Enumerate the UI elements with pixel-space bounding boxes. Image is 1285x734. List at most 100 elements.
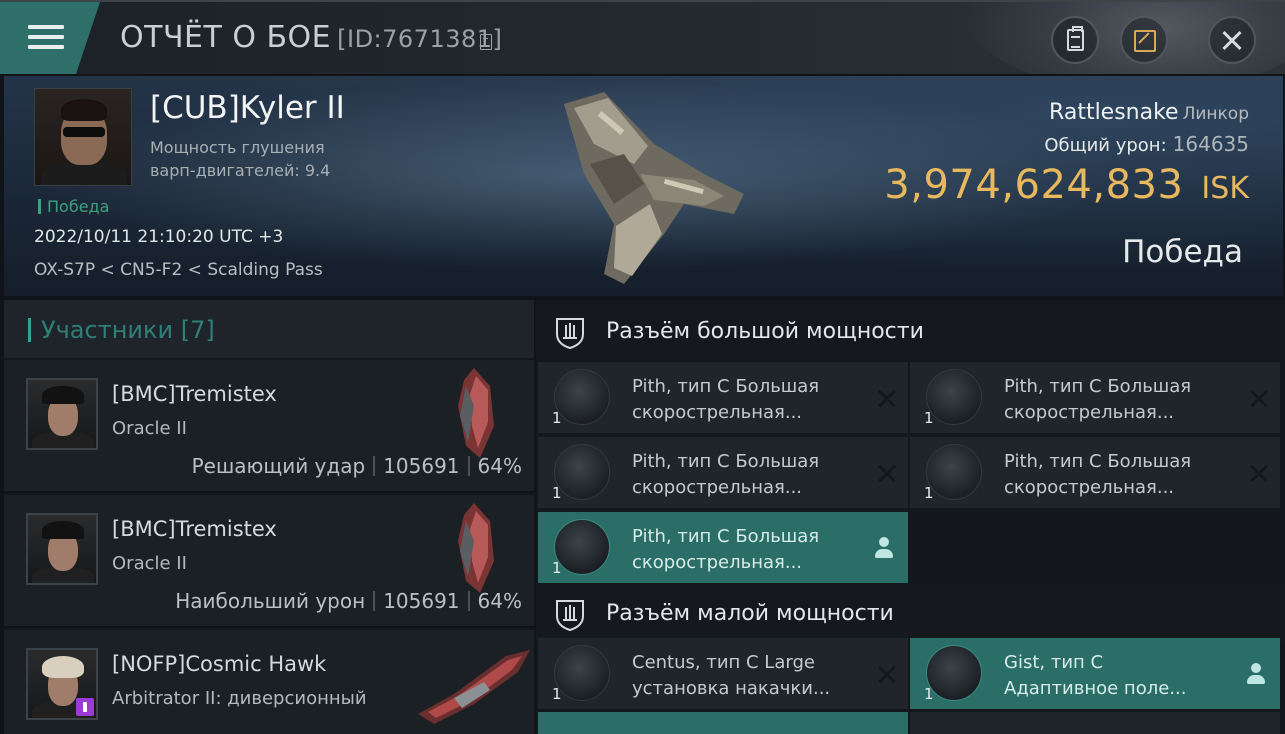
pilot-portrait[interactable] bbox=[34, 88, 132, 186]
module-quantity: 1 bbox=[552, 484, 562, 502]
participant-role: Наибольший урон bbox=[175, 589, 366, 613]
destroyed-icon bbox=[878, 464, 896, 482]
participant-stats: Наибольший урон 105691 64% bbox=[175, 589, 522, 613]
kill-datetime: 2022/10/11 21:10:20 UTC +3 bbox=[34, 227, 284, 247]
result-tag: Победа bbox=[38, 197, 109, 216]
total-damage-value: 164635 bbox=[1172, 132, 1249, 156]
pilot-name[interactable]: [CUB]Kyler II bbox=[150, 90, 345, 126]
module-name-line2: скорострельная... bbox=[1004, 477, 1175, 498]
participants-title: Участники [7] bbox=[41, 316, 215, 344]
turret-icon bbox=[554, 444, 610, 500]
destroyed-icon bbox=[1250, 464, 1268, 482]
kill-summary: [CUB]Kyler II Мощность глушения варп-дви… bbox=[4, 76, 1283, 296]
high-slot-header: Разъём большой мощности bbox=[536, 302, 1285, 360]
armor-module-icon bbox=[926, 645, 982, 701]
module-item[interactable]: 1 Pith, тип C Большая скорострельная... bbox=[538, 512, 908, 583]
report-button[interactable] bbox=[1051, 16, 1099, 64]
participant-name: [BMC]Tremistex bbox=[112, 382, 277, 406]
participants-header[interactable]: Участники [7] bbox=[4, 300, 534, 358]
dropped-person-icon bbox=[874, 537, 894, 559]
module-quantity: 1 bbox=[924, 685, 934, 703]
low-slot-title: Разъём малой мощности bbox=[606, 601, 894, 626]
module-name-line2: скорострельная... bbox=[1004, 402, 1175, 423]
module-name-line1: Pith, тип C Большая bbox=[1004, 376, 1192, 397]
module-quantity: 1 bbox=[552, 685, 562, 703]
title-bar: ОТЧЁТ О БОЕ [ID:7671381] bbox=[0, 0, 1285, 74]
close-button[interactable] bbox=[1208, 16, 1256, 64]
module-name-line2: скорострельная... bbox=[632, 402, 803, 423]
battle-result: Победа bbox=[1122, 234, 1243, 270]
module-name-line2: Адаптивное поле... bbox=[1004, 678, 1187, 699]
module-name-line1: Centus, тип C Large bbox=[632, 652, 815, 673]
turret-icon bbox=[926, 369, 982, 425]
participant-portrait bbox=[26, 513, 98, 585]
module-item[interactable]: 1 Pith, тип C Большая скорострельная... bbox=[538, 362, 908, 433]
scram-strength: Мощность глушения варп-двигателей: 9.4 bbox=[150, 138, 331, 180]
module-name: Centus, тип C Large установка накачки... bbox=[632, 650, 830, 702]
module-name: Gist, тип C Адаптивное поле... bbox=[1004, 650, 1186, 702]
page-title: ОТЧЁТ О БОЕ [ID:7671381] bbox=[120, 20, 502, 55]
isk-amount: 3,974,624,833 bbox=[884, 162, 1184, 208]
participant-stats: Решающий удар 105691 64% bbox=[192, 454, 522, 478]
turret-icon bbox=[554, 369, 610, 425]
participant-row[interactable]: [BMC]Tremistex Oracle II Решающий удар 10… bbox=[4, 360, 534, 493]
participant-portrait bbox=[26, 648, 98, 720]
module-name: Pith, тип C Большая скорострельная... bbox=[632, 374, 819, 426]
ship-name: Rattlesnake bbox=[1049, 100, 1179, 125]
share-icon bbox=[1134, 30, 1156, 52]
module-quantity: 1 bbox=[924, 409, 934, 427]
low-slot-header: Разъём малой мощности bbox=[536, 584, 1285, 642]
participant-ship-image bbox=[458, 503, 494, 593]
participant-ship-image bbox=[418, 650, 530, 724]
copy-icon[interactable] bbox=[480, 34, 492, 50]
module-name: Pith, тип C Большая скорострельная... bbox=[1004, 449, 1191, 501]
module-name-line1: Pith, тип C Большая bbox=[1004, 451, 1192, 472]
module-item-partial[interactable] bbox=[538, 712, 908, 734]
participant-percent: 64% bbox=[477, 454, 522, 478]
module-name: Pith, тип C Большая скорострельная... bbox=[632, 524, 819, 576]
module-quantity: 1 bbox=[552, 559, 562, 577]
menu-button[interactable] bbox=[0, 2, 100, 74]
participants-panel: Участники [7] [BMC]Tremistex Oracle II Р… bbox=[4, 300, 534, 734]
module-quantity: 1 bbox=[924, 484, 934, 502]
module-name-line2: скорострельная... bbox=[632, 552, 803, 573]
total-damage: Общий урон: 164635 bbox=[1044, 132, 1249, 156]
participant-row[interactable]: [BMC]Tremistex Oracle II Наибольший урон… bbox=[4, 495, 534, 628]
module-item[interactable]: 1 Pith, тип C Большая скорострельная... bbox=[910, 437, 1280, 508]
module-item[interactable]: 1 Gist, тип C Адаптивное поле... bbox=[910, 638, 1280, 709]
isk-unit: ISK bbox=[1201, 171, 1249, 206]
alpha-badge-icon bbox=[76, 698, 94, 716]
high-slot-icon bbox=[556, 318, 584, 350]
kill-location[interactable]: OX-S7P < CN5-F2 < Scalding Pass bbox=[34, 260, 323, 280]
module-item[interactable]: 1 Pith, тип C Большая скорострельная... bbox=[538, 437, 908, 508]
participant-damage: 105691 bbox=[383, 589, 460, 613]
shield-module-icon bbox=[554, 645, 610, 701]
share-button[interactable] bbox=[1120, 16, 1168, 64]
ship-class: Линкор bbox=[1182, 104, 1249, 124]
high-slot-title: Разъём большой мощности bbox=[606, 319, 924, 344]
participant-ship: Oracle II bbox=[112, 418, 187, 439]
turret-icon bbox=[554, 519, 610, 575]
menu-icon bbox=[28, 25, 64, 29]
turret-icon bbox=[926, 444, 982, 500]
participant-row[interactable]: [NOFP]Cosmic Hawk Arbitrator II: диверси… bbox=[4, 630, 534, 734]
module-name-line2: установка накачки... bbox=[632, 678, 831, 699]
module-name-line1: Pith, тип C Большая bbox=[632, 451, 820, 472]
participant-ship-image bbox=[458, 368, 494, 458]
module-name-line1: Gist, тип C bbox=[1004, 652, 1104, 673]
participant-ship: Arbitrator II: диверсионный bbox=[112, 688, 367, 709]
destroyed-icon bbox=[1250, 389, 1268, 407]
participant-ship: Oracle II bbox=[112, 553, 187, 574]
participant-role: Решающий удар bbox=[191, 454, 366, 478]
module-item-partial[interactable] bbox=[910, 712, 1280, 734]
ship-type[interactable]: Rattlesnake Линкор bbox=[1049, 100, 1249, 125]
fitting-panel: Разъём большой мощности 1 Pith, тип C Бо… bbox=[536, 300, 1285, 734]
ship-image[interactable] bbox=[544, 84, 754, 284]
isk-value: 3,974,624,833 ISK bbox=[884, 162, 1249, 208]
module-item[interactable]: 1 Pith, тип C Большая скорострельная... bbox=[910, 362, 1280, 433]
participant-percent: 64% bbox=[477, 589, 522, 613]
module-name-line1: Pith, тип C Большая bbox=[632, 376, 820, 397]
module-item[interactable]: 1 Centus, тип C Large установка накачки..… bbox=[538, 638, 908, 709]
module-name-line2: скорострельная... bbox=[632, 477, 803, 498]
participant-portrait bbox=[26, 378, 98, 450]
